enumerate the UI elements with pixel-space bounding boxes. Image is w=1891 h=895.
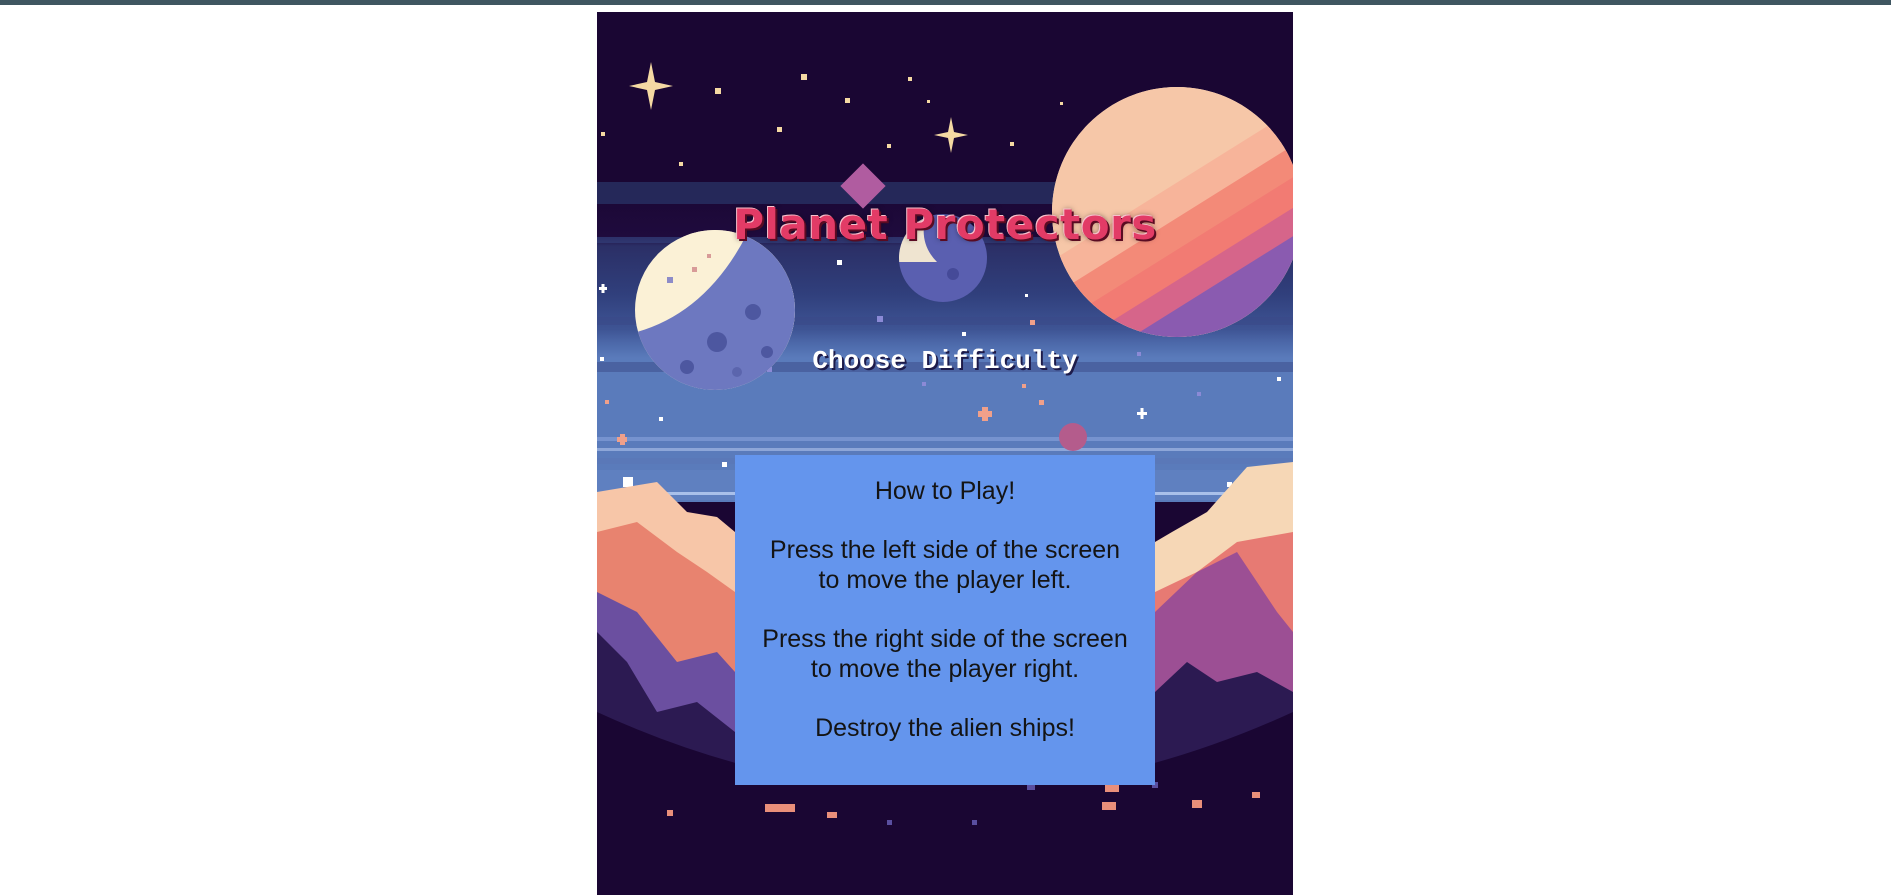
instruction-left-line-1: Press the left side of the screen: [769, 536, 1121, 564]
instruction-goal: Destroy the alien ships!: [815, 714, 1075, 742]
browser-top-bar: [0, 0, 1891, 5]
instruction-left-line-2: to move the player left.: [818, 566, 1072, 594]
how-to-play-heading: How to Play!: [874, 477, 1016, 505]
instruction-right-line-2: to move the player right.: [810, 655, 1080, 683]
game-title: Planet Protectors: [733, 200, 1157, 249]
how-to-play-panel: How to Play! Press the left side of the …: [735, 455, 1155, 785]
instruction-right-line-1: Press the right side of the screen: [762, 625, 1128, 653]
game-canvas[interactable]: Planet Protectors Choose Difficulty How …: [597, 12, 1293, 895]
choose-difficulty-label[interactable]: Choose Difficulty: [597, 346, 1293, 376]
